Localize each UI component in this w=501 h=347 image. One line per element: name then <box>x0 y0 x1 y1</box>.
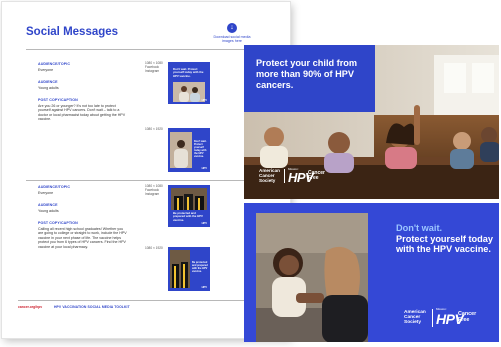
footer-url[interactable]: cancer.org/hpv <box>18 305 42 309</box>
headline-line-1: Don't wait. <box>396 223 443 233</box>
photo-image <box>171 188 207 210</box>
ad-headline: Protect your child from more than 90% of… <box>256 58 358 90</box>
logo-divider <box>284 169 285 183</box>
photo-image <box>170 250 190 288</box>
caption-text: Calling all recent high school graduates… <box>38 227 127 249</box>
thumbnail-text: Don't wait. Protect yourself today with … <box>194 140 207 158</box>
audience-label: AUDIENCE <box>38 80 58 84</box>
divider <box>26 49 276 50</box>
photo-image <box>170 132 192 168</box>
photo-image <box>256 213 368 342</box>
headline-rest: Protect yourself today with the HPV vacc… <box>396 233 494 255</box>
divider <box>26 180 276 181</box>
audience-topic-value: Everyone <box>38 191 54 195</box>
audience-topic-value: Everyone <box>38 68 54 72</box>
ad-headline: Don't wait. Protect yourself today with … <box>396 223 498 255</box>
page-title: Social Messages <box>26 26 119 38</box>
audience-value: Young adults <box>38 86 59 90</box>
download-link[interactable]: Download social media images here <box>208 35 256 44</box>
photo-image <box>173 82 205 102</box>
caption-label: POST COPY/CAPTION <box>38 221 78 225</box>
classroom-ad: Protect your child from more than 90% of… <box>244 45 499 199</box>
social-image-thumbnail[interactable]: Don't wait. Protect yourself today with … <box>168 128 210 172</box>
thumbnail-logo: HPV <box>201 167 207 170</box>
cancer-free-logo: Cancer Free <box>458 311 477 323</box>
social-image-thumbnail[interactable]: Be protected and prepared with the HPV v… <box>168 247 210 291</box>
footer-title: HPV VACCINATION SOCIAL MEDIA TOOLKIT <box>54 305 130 309</box>
young-adult-ad: Don't wait. Protect yourself today with … <box>244 203 499 342</box>
consultation-photo <box>256 213 368 342</box>
download-icon[interactable]: ↓ <box>227 23 237 33</box>
thumbnail-logo: HPV <box>201 286 207 289</box>
thumbnail-logo: HPV <box>201 222 207 225</box>
thumbnail-text: Be protected and prepared with the HPV v… <box>173 211 203 222</box>
caption-text: Are you 26 or younger? It's not too late… <box>38 104 126 122</box>
divider <box>18 300 276 301</box>
social-image-thumbnail[interactable]: Don't wait. Protect yourself today with … <box>168 62 210 104</box>
cancer-free-logo: Cancer Free <box>308 170 325 182</box>
thumbnail-logo: HPV <box>201 99 207 102</box>
thumbnail-text: Don't wait. Protect yourself today with … <box>173 67 204 78</box>
audience-topic-label: AUDIENCE/TOPIC <box>38 62 71 66</box>
social-image-thumbnail[interactable]: Be protected and prepared with the HPV v… <box>168 185 210 227</box>
logo-divider <box>432 309 433 327</box>
audience-value: Young adults <box>38 209 59 213</box>
audience-topic-label: AUDIENCE/TOPIC <box>38 185 71 189</box>
american-cancer-society-logo: American Cancer Society <box>404 310 426 326</box>
caption-label: POST COPY/CAPTION <box>38 98 78 102</box>
thumbnail-text: Be protected and prepared with the HPV v… <box>192 261 208 273</box>
audience-label: AUDIENCE <box>38 203 58 207</box>
